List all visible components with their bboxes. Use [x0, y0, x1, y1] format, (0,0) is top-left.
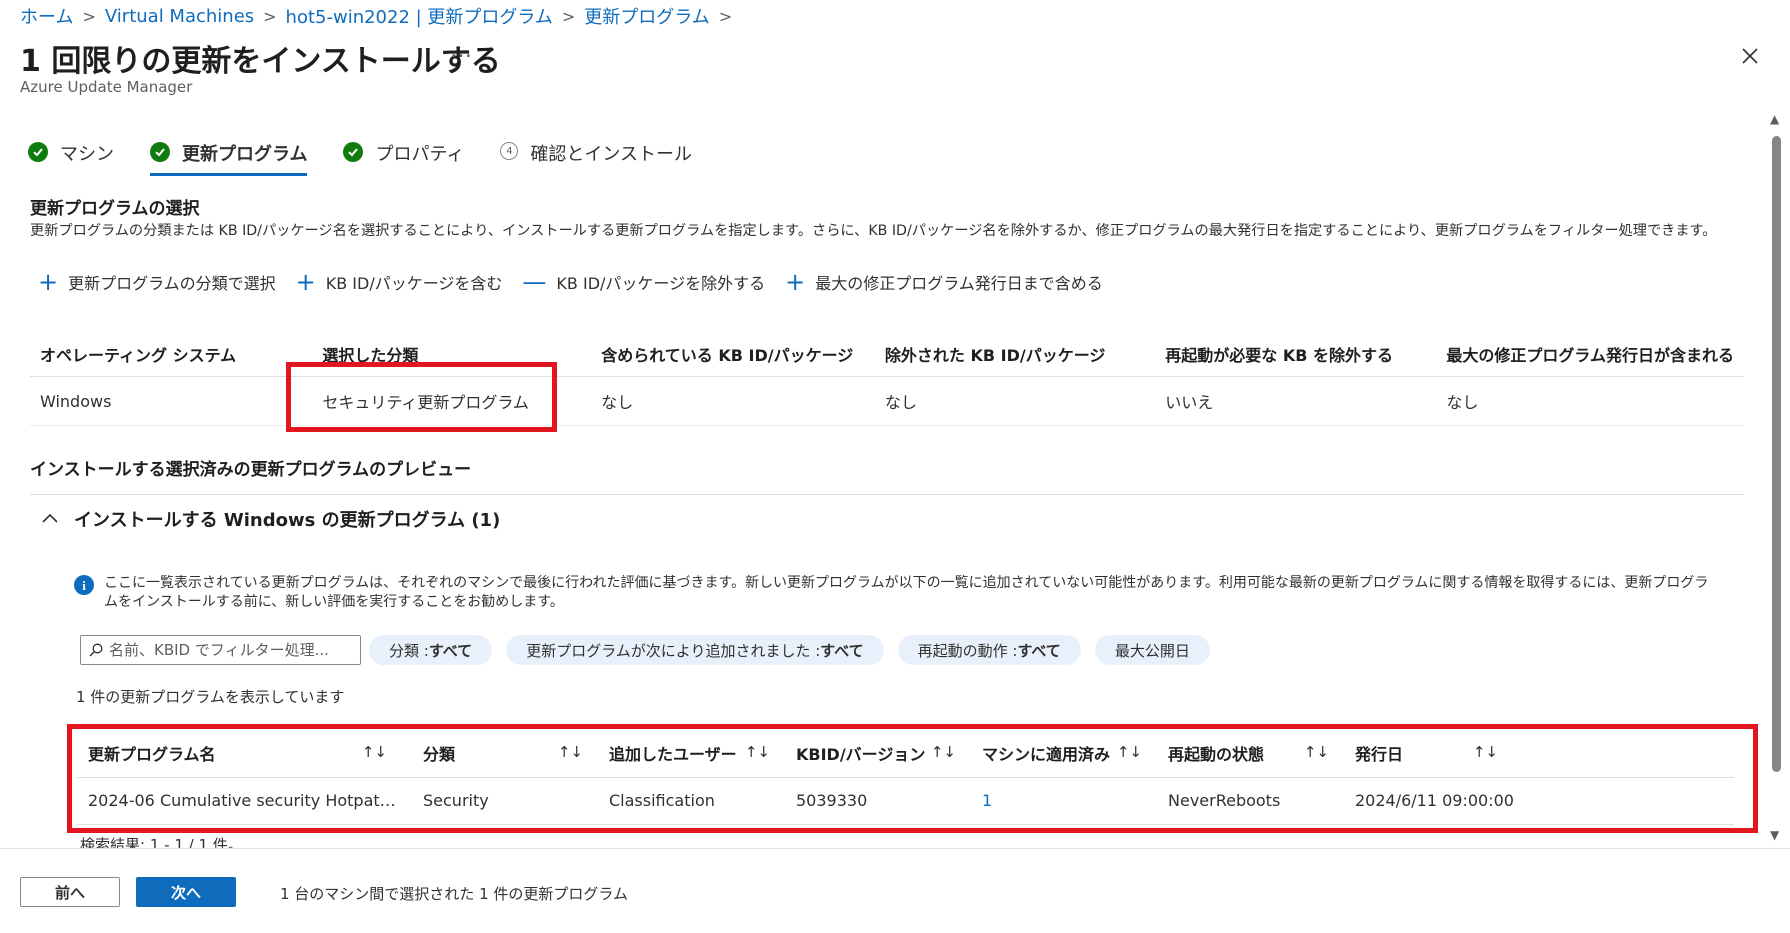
- vertical-scrollbar[interactable]: ▲ ▼: [1768, 112, 1784, 842]
- column-header: 再起動が必要な KB を除外する: [1155, 336, 1437, 377]
- tab-review-install[interactable]: 4 確認とインストール: [500, 140, 692, 178]
- check-circle-icon: [28, 142, 48, 162]
- os-cell: Windows: [30, 376, 313, 426]
- filter-label: 最大公開日: [1114, 641, 1190, 660]
- selection-summary: 1 台のマシン間で選択された 1 件の更新プログラム: [280, 885, 628, 903]
- max-patch-date-cell: なし: [1436, 376, 1744, 426]
- filter-reboot-behavior[interactable]: 再起動の動作 : すべて: [897, 635, 1081, 665]
- filter-value: すべて: [820, 641, 864, 660]
- chevron-right-icon: >: [263, 6, 277, 26]
- exclude-kb-button[interactable]: — KB ID/パッケージを除外する: [522, 270, 765, 294]
- result-count: 1 件の更新プログラムを表示しています: [76, 688, 345, 706]
- section-description: 更新プログラムの分類または KB ID/パッケージ名を選択することにより、インス…: [30, 223, 1717, 239]
- step-number-icon: 4: [500, 142, 519, 160]
- tab-updates[interactable]: 更新プログラム: [150, 140, 308, 178]
- filter-bar: 分類 : すべて 更新プログラムが次により追加されました : すべて 再起動の動…: [80, 635, 1224, 665]
- chevron-right-icon: >: [718, 6, 733, 26]
- column-header: 含められている KB ID/パッケージ: [591, 336, 875, 377]
- filter-classification[interactable]: 分類 : すべて: [369, 635, 493, 665]
- search-input[interactable]: [109, 641, 349, 659]
- action-label: KB ID/パッケージを含む: [325, 274, 503, 293]
- footer-bar: 前へ 次へ 1 台のマシン間で選択された 1 件の更新プログラム: [0, 848, 1790, 933]
- breadcrumb-home[interactable]: ホーム: [20, 3, 73, 29]
- column-header: 最大の修正プログラム発行日が含まれる: [1436, 336, 1744, 377]
- tab-label: プロパティ: [375, 144, 465, 165]
- filter-label: 再起動の動作 :: [917, 641, 1018, 660]
- preview-heading: インストールする選択済みの更新プログラムのプレビュー: [30, 460, 472, 480]
- filter-value: すべて: [428, 641, 473, 660]
- minus-icon: —: [522, 268, 547, 296]
- plus-icon: +: [38, 268, 59, 296]
- chevron-right-icon: >: [561, 6, 576, 26]
- action-label: KB ID/パッケージを除外する: [556, 274, 766, 293]
- wizard-steps: マシン 更新プログラム プロパティ 4 確認とインストール: [28, 140, 728, 180]
- accordion-title: インストールする Windows の更新プログラム (1): [74, 510, 501, 531]
- search-box[interactable]: [80, 635, 361, 665]
- divider: [30, 494, 1744, 495]
- page-subtitle: Azure Update Manager: [20, 78, 193, 96]
- include-max-patch-date-button[interactable]: + 最大の修正プログラム発行日まで含める: [785, 270, 1103, 294]
- section-heading: 更新プログラムの選択: [30, 199, 200, 219]
- filter-added-by[interactable]: 更新プログラムが次により追加されました : すべて: [506, 635, 884, 665]
- breadcrumb-updates[interactable]: 更新プログラム: [584, 3, 709, 29]
- column-header: オペレーティング システム: [30, 336, 313, 377]
- windows-updates-accordion[interactable]: インストールする Windows の更新プログラム (1): [42, 506, 500, 532]
- chevron-right-icon: >: [82, 6, 96, 26]
- excluded-kb-cell: なし: [874, 376, 1156, 426]
- info-icon: i: [74, 575, 94, 595]
- highlight-box: [286, 362, 557, 432]
- search-results-text: 検索結果: 1 - 1 / 1 件。: [80, 836, 243, 848]
- next-button[interactable]: 次へ: [136, 877, 236, 907]
- plus-icon: +: [785, 268, 806, 296]
- search-icon: [89, 643, 103, 657]
- check-circle-icon: [150, 142, 170, 162]
- info-text: ここに一覧表示されている更新プログラムは、それぞれのマシンで最後に行われた評価に…: [104, 575, 1709, 610]
- plus-icon: +: [295, 268, 316, 296]
- chevron-up-icon: [42, 511, 58, 527]
- tab-properties[interactable]: プロパティ: [343, 140, 464, 178]
- scrollbar-thumb[interactable]: [1772, 136, 1781, 772]
- include-kb-button[interactable]: + KB ID/パッケージを含む: [296, 270, 503, 294]
- breadcrumb-vm-updates[interactable]: hot5-win2022 | 更新プログラム: [286, 3, 553, 29]
- filter-max-publish-date[interactable]: 最大公開日: [1094, 635, 1210, 665]
- scroll-down-icon[interactable]: ▼: [1770, 828, 1779, 842]
- filter-label: 分類 :: [389, 641, 429, 660]
- tab-label: 確認とインストール: [530, 144, 693, 165]
- highlight-box: [67, 724, 1758, 833]
- info-message: i ここに一覧表示されている更新プログラムは、それぞれのマシンで最後に行われた評…: [74, 574, 1714, 612]
- scroll-up-icon[interactable]: ▲: [1770, 112, 1779, 126]
- tab-machines[interactable]: マシン: [28, 140, 114, 178]
- tab-label: マシン: [60, 144, 114, 165]
- breadcrumb-virtual-machines[interactable]: Virtual Machines: [105, 6, 254, 27]
- previous-button[interactable]: 前へ: [20, 877, 120, 907]
- action-label: 最大の修正プログラム発行日まで含める: [815, 274, 1103, 293]
- action-toolbar: + 更新プログラムの分類で選択 + KB ID/パッケージを含む — KB ID…: [38, 270, 1123, 294]
- check-circle-icon: [343, 142, 364, 162]
- filter-label: 更新プログラムが次により追加されました :: [526, 641, 821, 660]
- close-icon[interactable]: [1740, 46, 1760, 66]
- column-header: 除外された KB ID/パッケージ: [874, 336, 1156, 377]
- tab-label: 更新プログラム: [182, 144, 308, 165]
- select-by-classification-button[interactable]: + 更新プログラムの分類で選択: [38, 270, 276, 294]
- exclude-reboot-cell: いいえ: [1155, 376, 1437, 426]
- action-label: 更新プログラムの分類で選択: [68, 274, 276, 293]
- breadcrumb: ホーム > Virtual Machines > hot5-win2022 | …: [20, 3, 741, 29]
- page-title: 1 回限りの更新をインストールする: [20, 44, 501, 79]
- filter-value: すべて: [1017, 641, 1061, 660]
- more-options-button[interactable]: …: [450, 38, 473, 63]
- included-kb-cell: なし: [591, 376, 875, 426]
